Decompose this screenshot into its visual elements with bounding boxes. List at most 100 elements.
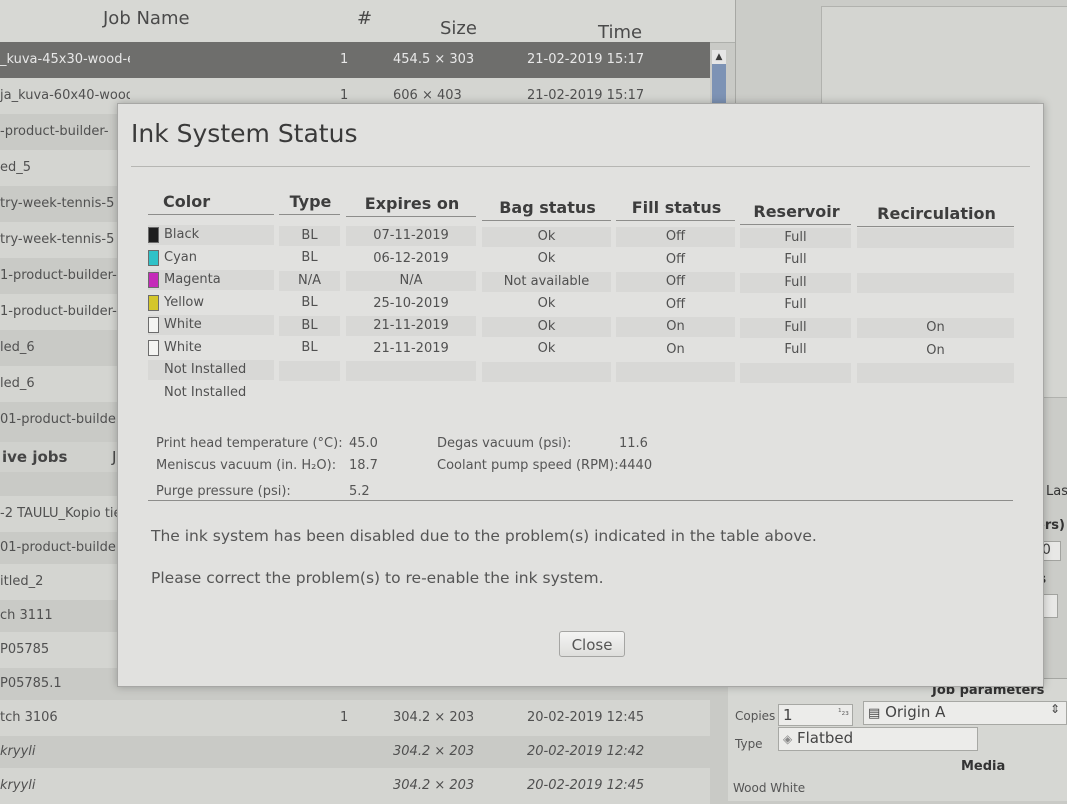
header-underline xyxy=(279,214,340,215)
col-expires-on-header: Expires on xyxy=(364,194,460,213)
last-label-fragment: Las xyxy=(1046,484,1067,499)
copies-value: 1 xyxy=(783,706,793,724)
job-name-cell: 1-product-builder- xyxy=(0,304,117,319)
job-time-cell: 20-02-2019 12:45 xyxy=(527,778,645,793)
ink-bag-cell: Ok xyxy=(537,296,556,311)
active-jobs-header: ive jobs J xyxy=(0,442,130,472)
col-reservoir-header: Reservoir xyxy=(753,202,840,221)
ink-color-cell: Cyan xyxy=(148,248,274,268)
ink-recirc-cell xyxy=(857,386,1014,406)
ink-row: White BL 21-11-2019 Ok On Full On xyxy=(148,338,1018,359)
ink-bag-cell xyxy=(482,384,611,404)
origin-value: Origin A xyxy=(885,703,946,721)
ink-color-name: Magenta xyxy=(164,272,221,287)
ink-row: Cyan BL 06-12-2019 Ok Off Full xyxy=(148,248,1018,269)
job-name-cell: kryyli xyxy=(0,744,36,759)
ink-row: Not Installed xyxy=(148,383,1018,404)
copies-label: Copies xyxy=(735,709,776,723)
header-underline xyxy=(148,214,274,215)
coolant-pump-value: 4440 xyxy=(619,458,653,473)
origin-select-icon: ▤ xyxy=(868,706,881,721)
col-job-name-header[interactable]: Job Name xyxy=(103,8,190,29)
job-name-cell: try-week-tennis-5 xyxy=(0,232,115,247)
flatbed-icon: ◈ xyxy=(783,732,793,746)
ink-recirc-cell xyxy=(857,251,1014,271)
meniscus-vacuum-value: 18.7 xyxy=(349,458,378,473)
job-name-cell: itled_2 xyxy=(0,574,44,589)
close-button[interactable]: Close xyxy=(559,631,625,657)
col-count-header[interactable]: # xyxy=(357,8,372,29)
job-size-cell: 304.2 × 203 xyxy=(393,778,475,793)
ink-reservoir-cell xyxy=(740,385,851,405)
ink-expires-cell xyxy=(346,361,476,381)
table-row[interactable]: _kuva-45x30-wood-edit 1 454.5 × 303 21-02-2… xyxy=(0,42,710,78)
coolant-pump-label: Coolant pump speed (RPM): xyxy=(437,458,619,473)
origin-select[interactable]: ▤ Origin A ⇕ xyxy=(863,701,1067,725)
disabled-message: The ink system has been disabled due to … xyxy=(151,527,817,545)
ink-expires-cell: 06-12-2019 xyxy=(373,250,449,266)
job-size-cell: 304.2 × 203 xyxy=(393,710,475,725)
print-head-temp-label: Print head temperature (°C): xyxy=(156,436,343,451)
col-bag-status-header: Bag status xyxy=(499,198,596,217)
ink-row: Magenta N/A N/A Not available Off Full xyxy=(148,270,1018,293)
ink-reservoir-cell: Full xyxy=(784,297,807,312)
ink-fill-cell xyxy=(616,362,735,382)
table-row[interactable]: kryyli 304.2 × 203 20-02-2019 12:45 xyxy=(0,768,710,804)
header-underline xyxy=(346,216,476,217)
table-bottom-rule xyxy=(148,500,1013,501)
job-count-cell: 1 xyxy=(340,52,349,67)
col-color-header: Color xyxy=(163,192,211,211)
header-underline xyxy=(482,220,611,221)
meniscus-vacuum-label: Meniscus vacuum (in. H₂O): xyxy=(156,458,337,473)
ink-row: Yellow BL 25-10-2019 Ok Off Full xyxy=(148,293,1018,314)
col-time-header[interactable]: Time xyxy=(598,22,642,43)
stepper-icon[interactable]: ¹₂₃ xyxy=(838,708,849,718)
header-underline xyxy=(616,220,735,221)
ink-type-cell: BL xyxy=(301,250,318,265)
job-name-cell: 01-product-builder- xyxy=(0,412,126,427)
degas-vacuum-value: 11.6 xyxy=(619,436,648,451)
scroll-up-icon[interactable]: ▲ xyxy=(712,50,726,64)
ink-expires-cell xyxy=(346,384,476,404)
ink-system-status-dialog: Ink System Status Color Type Expires on Bag… xyxy=(117,103,1044,687)
ink-color-cell: Magenta xyxy=(148,270,274,290)
ink-color-name: Yellow xyxy=(164,294,205,310)
ink-reservoir-cell: Full xyxy=(740,317,851,338)
media-title: Media xyxy=(961,759,1006,774)
job-parameters-panel: Job parameters Copies 1 ¹₂₃ ▤ Origin A ⇕… xyxy=(728,678,1067,801)
ink-swatch-icon xyxy=(148,339,159,356)
job-time-cell: 21-02-2019 15:17 xyxy=(527,52,645,67)
table-row[interactable]: kryyli 304.2 × 203 20-02-2019 12:42 xyxy=(0,734,710,770)
ink-color-cell: Black xyxy=(148,225,274,245)
ink-expires-cell: 21-11-2019 xyxy=(346,316,476,336)
ink-color-name: White xyxy=(164,317,202,332)
table-row[interactable]: tch 3106 1 304.2 × 203 20-02-2019 12:45 xyxy=(0,700,710,736)
ink-bag-cell: Ok xyxy=(482,226,611,247)
col-type-header: Type xyxy=(289,192,332,211)
job-name-cell: try-week-tennis-5 xyxy=(0,196,115,211)
job-name-cell: -product-builder- xyxy=(0,124,109,139)
ink-recirc-cell xyxy=(857,228,1014,248)
job-count-cell: 1 xyxy=(340,88,349,103)
ink-recirc-cell xyxy=(857,296,1014,316)
ink-expires-cell: 25-10-2019 xyxy=(373,295,449,311)
type-label: Type xyxy=(735,737,763,751)
ink-color-cell: White xyxy=(148,338,274,358)
job-name-cell: ed_5 xyxy=(0,160,32,175)
ink-color-name: Not Installed xyxy=(164,362,247,377)
type-select[interactable]: ◈ Flatbed xyxy=(778,727,978,751)
job-name-cell: P05785 xyxy=(0,642,50,657)
ink-swatch-icon xyxy=(148,272,159,288)
ink-color-cell: White xyxy=(148,315,274,335)
ink-row: Not Installed xyxy=(148,360,1018,383)
correct-message: Please correct the problem(s) to re-enab… xyxy=(151,569,604,587)
ink-type-cell: BL xyxy=(279,225,340,246)
active-jobs-col-fragment: J xyxy=(112,448,117,466)
col-size-header[interactable]: Size xyxy=(440,18,477,39)
print-head-temp-value: 45.0 xyxy=(349,436,378,451)
ink-fill-cell: Off xyxy=(665,251,686,267)
ink-reservoir-cell: Full xyxy=(740,227,851,248)
ink-color-cell: Not Installed xyxy=(148,383,274,403)
ink-fill-cell: On xyxy=(616,317,735,337)
job-time-cell: 20-02-2019 12:42 xyxy=(527,744,645,759)
